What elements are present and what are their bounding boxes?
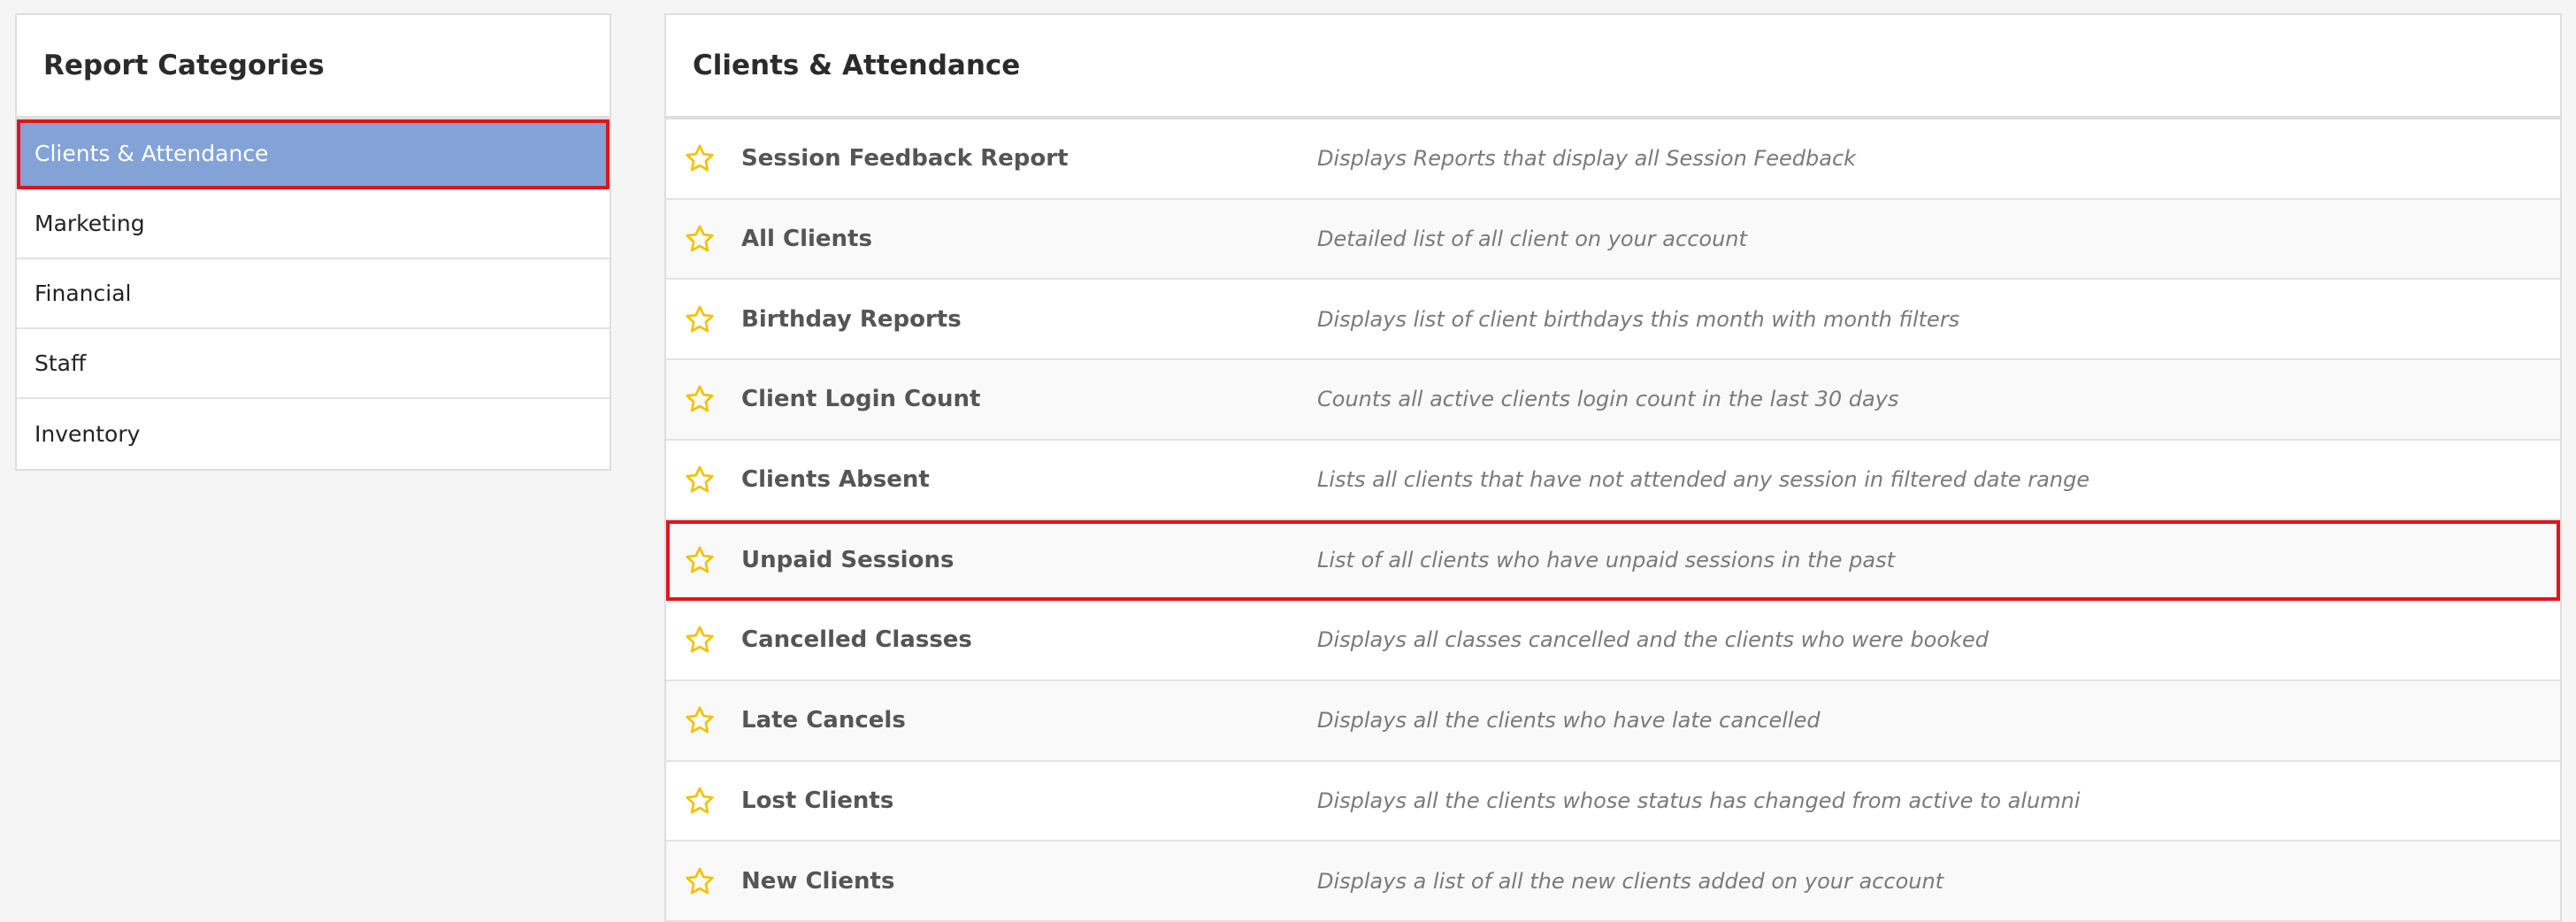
report-name[interactable]: Lost Clients bbox=[741, 788, 893, 814]
report-row[interactable]: Clients Absent Lists all clients that ha… bbox=[666, 441, 2560, 521]
report-row[interactable]: Late Cancels Displays all the clients wh… bbox=[666, 680, 2560, 762]
report-row[interactable]: Client Login Count Counts all active cli… bbox=[666, 360, 2560, 441]
star-icon[interactable] bbox=[682, 462, 717, 497]
report-description: Displays a list of all the new clients a… bbox=[1317, 868, 1944, 894]
report-row[interactable]: Birthday Reports Displays list of client… bbox=[666, 280, 2560, 361]
report-description: Counts all active clients login count in… bbox=[1317, 387, 1899, 412]
report-name[interactable]: Cancelled Classes bbox=[741, 626, 972, 653]
report-name[interactable]: All Clients bbox=[741, 226, 872, 252]
report-name[interactable]: Session Feedback Report bbox=[741, 145, 1069, 172]
star-icon[interactable] bbox=[682, 141, 717, 176]
report-list: Session Feedback Report Displays Reports… bbox=[666, 119, 2560, 922]
star-icon[interactable] bbox=[682, 783, 717, 818]
report-description: Displays Reports that display all Sessio… bbox=[1317, 146, 1857, 172]
report-categories-title: Report Categories bbox=[43, 50, 325, 81]
report-name[interactable]: Birthday Reports bbox=[741, 306, 962, 333]
report-description: Displays all the clients who have late c… bbox=[1317, 708, 1821, 734]
reports-title: Clients & Attendance bbox=[693, 50, 1021, 81]
report-name[interactable]: Clients Absent bbox=[741, 466, 930, 493]
star-icon[interactable] bbox=[682, 622, 717, 657]
report-name[interactable]: Unpaid Sessions bbox=[741, 547, 954, 573]
report-description: Detailed list of all client on your acco… bbox=[1317, 227, 1747, 252]
report-description: Displays list of client birthdays this m… bbox=[1317, 306, 1960, 332]
report-row[interactable]: Cancelled Classes Displays all classes c… bbox=[666, 601, 2560, 681]
report-row[interactable]: Lost Clients Displays all the clients wh… bbox=[666, 762, 2560, 842]
report-name[interactable]: Late Cancels bbox=[741, 707, 906, 734]
category-item-staff[interactable]: Staff bbox=[17, 329, 610, 399]
star-icon[interactable] bbox=[682, 302, 717, 337]
category-item-marketing[interactable]: Marketing bbox=[17, 189, 610, 259]
reports-panel: Clients & Attendance Session Feedback Re… bbox=[664, 13, 2562, 922]
category-list: Clients & Attendance Marketing Financial… bbox=[17, 119, 610, 469]
report-row[interactable]: New Clients Displays a list of all the n… bbox=[666, 841, 2560, 922]
report-description: Displays all classes cancelled and the c… bbox=[1317, 627, 1989, 653]
report-row[interactable]: All Clients Detailed list of all client … bbox=[666, 199, 2560, 280]
report-description: Displays all the clients whose status ha… bbox=[1317, 788, 2081, 813]
report-row[interactable]: Session Feedback Report Displays Reports… bbox=[666, 119, 2560, 200]
star-icon[interactable] bbox=[682, 221, 717, 257]
category-item-clients-attendance[interactable]: Clients & Attendance bbox=[17, 119, 610, 189]
report-categories-header: Report Categories bbox=[17, 15, 610, 119]
category-item-inventory[interactable]: Inventory bbox=[17, 399, 610, 469]
report-name[interactable]: New Clients bbox=[741, 868, 894, 895]
report-name[interactable]: Client Login Count bbox=[741, 386, 980, 412]
star-icon[interactable] bbox=[682, 864, 717, 899]
report-categories-panel: Report Categories Clients & Attendance M… bbox=[15, 13, 611, 471]
reports-header: Clients & Attendance bbox=[666, 15, 2560, 119]
category-item-financial[interactable]: Financial bbox=[17, 259, 610, 329]
star-icon[interactable] bbox=[682, 542, 717, 578]
report-row-unpaid-sessions[interactable]: Unpaid Sessions List of all clients who … bbox=[666, 520, 2560, 602]
report-description: Lists all clients that have not attended… bbox=[1317, 467, 2090, 493]
star-icon[interactable] bbox=[682, 381, 717, 417]
star-icon[interactable] bbox=[682, 703, 717, 738]
report-description: List of all clients who have unpaid sess… bbox=[1317, 547, 1895, 572]
